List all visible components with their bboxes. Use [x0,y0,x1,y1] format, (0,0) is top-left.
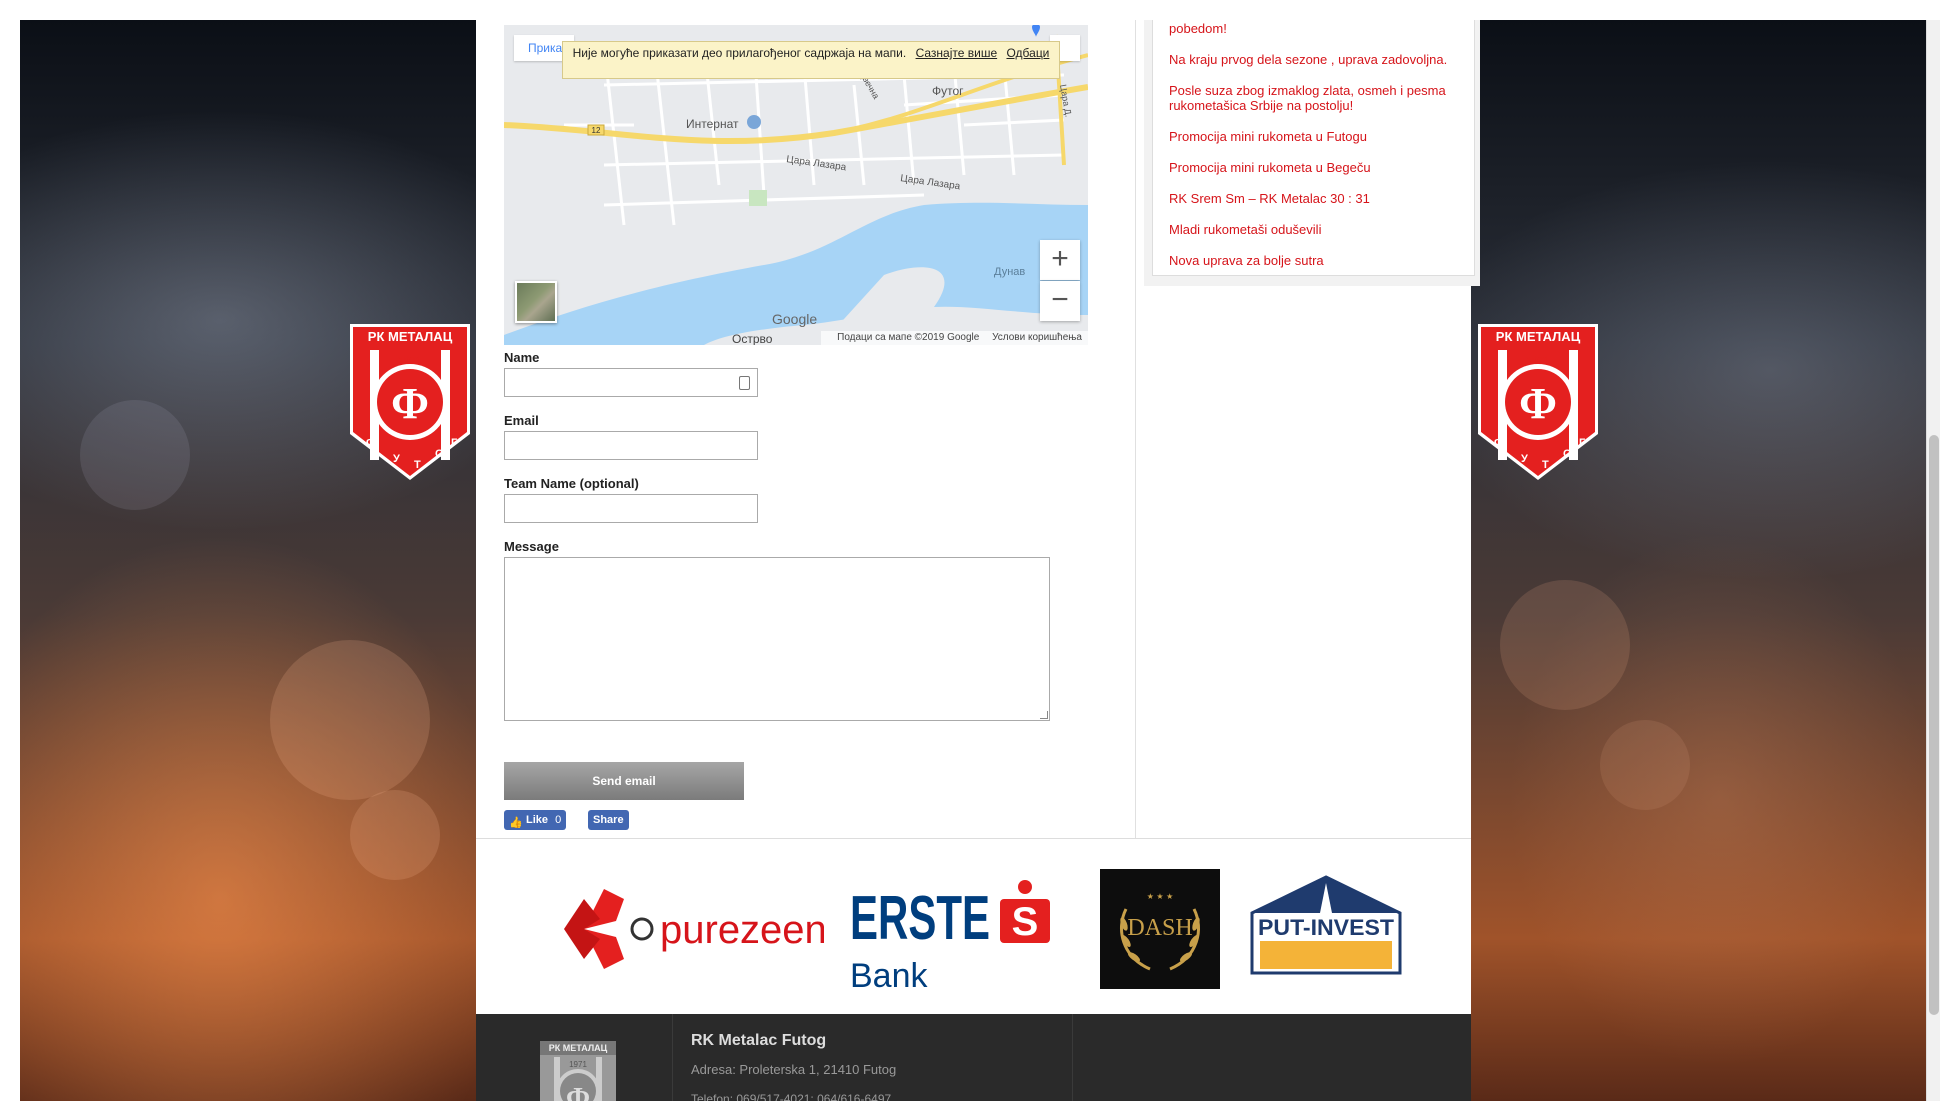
bokeh-light [350,790,440,880]
news-item[interactable]: Promocija mini rukometa u Begeču [1169,160,1469,175]
svg-text:У: У [1521,453,1528,465]
footer-logo-letter: Ф [566,1083,590,1101]
map-attribution: Подаци са мапе ©2019 Google Услови кориш… [821,331,1088,345]
svg-text:1971: 1971 [1526,355,1550,367]
zoom-in-button[interactable]: + [1040,240,1080,280]
emblem-letter: Ф [391,379,429,428]
bokeh-light [1600,720,1690,810]
news-item[interactable]: pobedom! [1169,21,1469,36]
purezeen-wordmark: purezeen [660,908,824,952]
content-wrapper: 12 Футог Интернат Цара Лазара Цара Лазар… [476,20,1480,1101]
page-scrollbar[interactable] [1926,20,1940,1101]
footer-phone: Telefon: 069/517-4021; 064/616-6497 [691,1092,892,1101]
like-count: 0 [555,814,562,826]
svg-text:Ф: Ф [1519,379,1557,428]
send-email-button[interactable]: Send email [504,762,744,800]
dash-wordmark: DASH [1127,915,1192,941]
sponsor-erste-bank-logo[interactable]: ERSTE S Bank [850,869,1056,995]
map-terms-link[interactable]: Услови коришћења [992,332,1082,343]
bokeh-light [1500,580,1630,710]
news-sidebar: pobedom! Na kraju prvog dela sezone , up… [1144,20,1480,286]
map-place-futog: Футог [932,84,964,98]
like-label: Like [526,814,549,826]
news-item[interactable]: Na kraju prvog dela sezone , uprava zado… [1169,52,1469,67]
erste-wordmark: ERSTE [850,884,990,953]
sponsors-bar: purezeen ERSTE S Bank ★ ★ ★ DASH PUT-INV… [476,838,1471,1014]
sparkasse-s-icon: S [1012,900,1039,944]
facebook-like-button[interactable]: 👍 Like 0 [504,810,567,830]
map-road-number: 12 [592,126,601,135]
thumbs-up-icon: 👍 [509,817,523,829]
svg-text:О: О [1563,448,1572,460]
svg-text:Г: Г [451,437,458,449]
message-textarea[interactable] [504,557,1050,721]
message-label: Message [504,539,559,554]
footer-logo-column: РК МЕТАЛАЦ 1971 Ф [476,1014,673,1101]
footer-logo-year: 1971 [569,1060,587,1069]
news-list: pobedom! Na kraju prvog dela sezone , up… [1152,20,1475,276]
svg-text:Т: Т [414,459,421,471]
footer-title: RK Metalac Futog [691,1032,827,1049]
bokeh-light [270,640,430,800]
emblem-title: РК МЕТАЛАЦ [368,329,453,344]
resize-handle-icon[interactable] [1040,711,1048,719]
dash-stars: ★ ★ ★ [1147,892,1174,901]
email-label: Email [504,413,539,428]
map-learn-more-link[interactable]: Сазнајте више [916,46,998,60]
map-river-label: Дунав [994,266,1025,278]
news-item[interactable]: RK Srem Sm – RK Metalac 30 : 31 [1169,191,1469,206]
zoom-out-button[interactable]: − [1040,281,1080,321]
erste-bank-label: Bank [850,957,928,993]
purezeen-mark-icon [564,889,624,969]
footer-contact: RK Metalac Futog Adresa: Proleterska 1, … [673,1014,1073,1101]
svg-text:О: О [435,448,444,460]
svg-text:Т: Т [1542,459,1549,471]
sponsor-put-invest-logo[interactable]: PUT-INVEST [1250,873,1402,983]
svg-text:РК МЕТАЛАЦ: РК МЕТАЛАЦ [1496,329,1581,344]
news-item[interactable]: Nova uprava za bolje sutra [1169,253,1469,268]
svg-text:Г: Г [1579,437,1586,449]
scrollbar-thumb[interactable] [1929,435,1939,1015]
page-viewport: РК МЕТАЛАЦ 1971 Ф Ф У Т О Г РК МЕТАЛАЦ 1… [20,20,1926,1101]
map-dismiss-link[interactable]: Одбаци [1006,46,1049,60]
map-data-credit: Подаци са мапе ©2019 Google [837,332,980,343]
bokeh-light [80,400,190,510]
svg-text:Ф: Ф [1494,437,1503,449]
google-map[interactable]: 12 Футог Интернат Цара Лазара Цара Лазар… [504,25,1088,345]
team-name-input[interactable] [504,494,758,523]
svg-text:У: У [393,453,400,465]
sponsor-purezeen-logo[interactable]: purezeen [560,879,827,979]
footer-address: Adresa: Proleterska 1, 21410 Futog [691,1062,897,1077]
news-item[interactable]: Mladi rukometaši oduševili [1169,222,1469,237]
team-name-label: Team Name (optional) [504,476,639,491]
site-footer: РК МЕТАЛАЦ 1971 Ф RK Metalac Futog Adres… [476,1014,1471,1101]
club-emblem-right: РК МЕТАЛАЦ 1971 Ф Ф У Т О Г [1476,322,1600,482]
map-island-label: Острво [732,332,773,345]
club-emblem-left: РК МЕТАЛАЦ 1971 Ф Ф У Т О Г [348,322,472,482]
sponsor-dash-logo[interactable]: ★ ★ ★ DASH [1100,869,1220,989]
satellite-view-toggle[interactable] [515,281,557,323]
news-item[interactable]: Promocija mini rukometa u Futogu [1169,129,1469,144]
footer-logo-title: РК МЕТАЛАЦ [549,1043,608,1053]
facebook-share-button[interactable]: Share [588,810,629,830]
map-place-internat: Интернат [686,117,739,131]
name-label: Name [504,350,540,365]
footer-club-logo[interactable]: РК МЕТАЛАЦ 1971 Ф [538,1039,618,1101]
svg-text:Ф: Ф [366,437,375,449]
main-column: 12 Футог Интернат Цара Лазара Цара Лазар… [476,20,1136,838]
map-custom-content-notice: Није могуће приказати део прилагођеног с… [562,41,1060,79]
google-logo: Google [772,311,817,327]
news-item[interactable]: Posle suza zbog izmaklog zlata, osmeh i … [1169,83,1469,113]
emblem-year: 1971 [398,355,422,367]
email-input[interactable] [504,431,758,460]
name-input[interactable] [504,368,758,397]
put-invest-wordmark: PUT-INVEST [1258,915,1395,940]
autofill-card-icon [739,376,750,390]
map-notice-text: Није могуће приказати део прилагођеног с… [572,46,907,60]
